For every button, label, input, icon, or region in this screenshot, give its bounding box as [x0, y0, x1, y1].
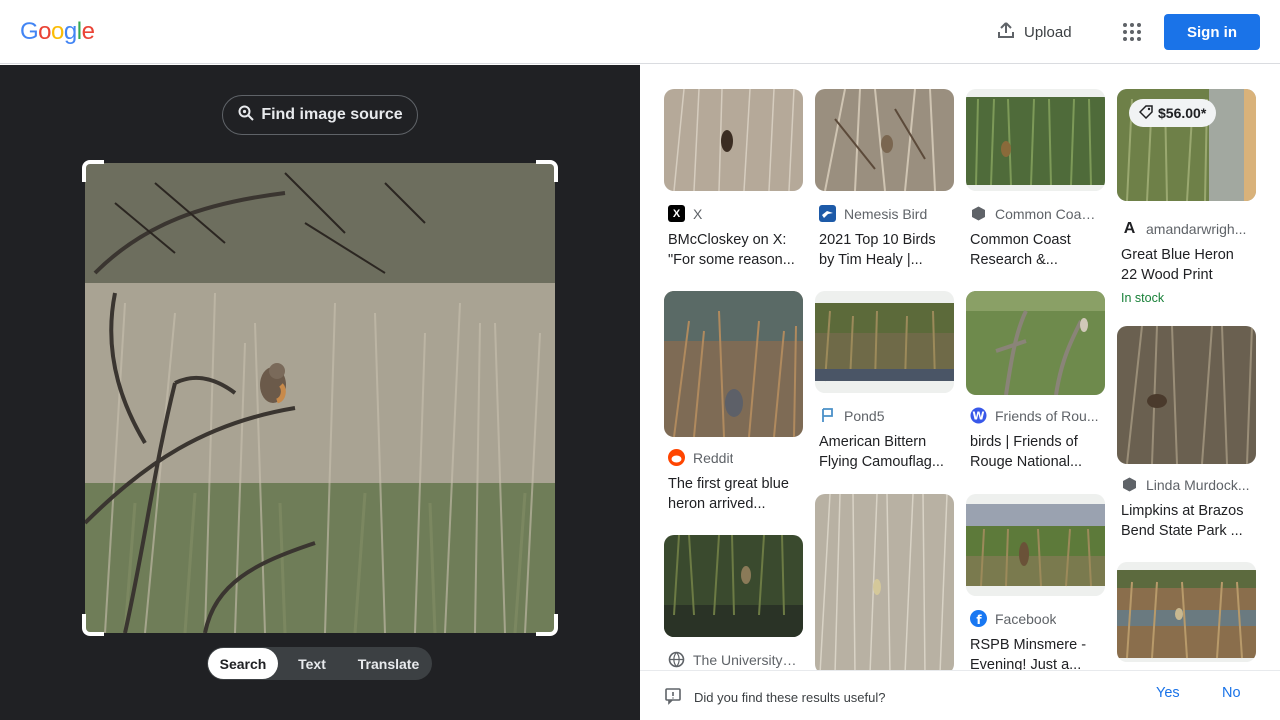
result-title: Limpkins at Brazos Bend State Park ...: [1121, 503, 1244, 539]
feedback-question: Did you find these results useful?: [664, 687, 886, 708]
result-source: Nemesis Bird: [819, 205, 927, 222]
tab-translate[interactable]: Translate: [346, 648, 431, 679]
crop-handle-bottom-right[interactable]: [536, 614, 558, 636]
result-thumbnail[interactable]: [966, 89, 1105, 191]
selected-image[interactable]: [85, 163, 555, 633]
feedback-icon: [664, 687, 682, 708]
tab-search[interactable]: Search: [208, 648, 278, 679]
cube-icon: [1121, 476, 1138, 493]
upload-button[interactable]: Upload: [988, 14, 1080, 50]
feedback-yes-button[interactable]: Yes: [1156, 685, 1180, 701]
result-card[interactable]: [1117, 562, 1256, 662]
sign-in-button[interactable]: Sign in: [1164, 14, 1260, 50]
result-source: f Facebook: [970, 610, 1056, 627]
result-title: The first great blue heron arrived...: [668, 476, 789, 512]
upload-icon: [996, 20, 1016, 44]
lens-preview-panel: Find image source Search Text Translate: [0, 65, 640, 720]
result-card[interactable]: Common Coas... Common Coast Research &..…: [966, 89, 1105, 279]
feedback-no-button[interactable]: No: [1222, 685, 1241, 701]
result-source: Linda Murdock...: [1121, 476, 1250, 493]
result-source: X X: [668, 205, 702, 222]
svg-text:f: f: [976, 613, 982, 627]
result-title: RSPB Minsmere - Evening! Just a...: [970, 637, 1087, 670]
stock-status: In stock: [1121, 291, 1165, 305]
result-source: W Friends of Rou...: [970, 407, 1099, 424]
result-thumbnail[interactable]: [815, 291, 954, 393]
result-source: Pond5: [819, 407, 884, 424]
visual-matches-panel: X X BMcCloskey on X: "For some reason...…: [640, 65, 1280, 670]
result-card[interactable]: W Friends of Rou... birds | Friends of R…: [966, 291, 1105, 481]
result-card[interactable]: [815, 494, 954, 670]
crop-handle-bottom-left[interactable]: [82, 614, 104, 636]
top-bar: Google Upload Sign in: [0, 0, 1280, 64]
cube-icon: [970, 205, 987, 222]
mode-selector: Search Text Translate: [207, 647, 432, 680]
result-card[interactable]: The University ...: [664, 535, 803, 670]
result-card[interactable]: X X BMcCloskey on X: "For some reason...: [664, 89, 803, 279]
result-source: A amandarwrigh...: [1121, 219, 1247, 237]
x-logo-icon: X: [668, 205, 685, 222]
tab-text[interactable]: Text: [278, 648, 346, 679]
crop-handle-top-right[interactable]: [536, 160, 558, 182]
find-image-source-label: Find image source: [261, 106, 403, 123]
result-title: BMcCloskey on X: "For some reason...: [668, 232, 795, 268]
result-title: birds | Friends of Rouge National...: [970, 434, 1083, 470]
reddit-logo-icon: [668, 449, 685, 466]
result-source: Common Coas...: [970, 205, 1100, 222]
result-card[interactable]: Linda Murdock... Limpkins at Brazos Bend…: [1117, 326, 1256, 539]
crop-handle-top-left[interactable]: [82, 160, 104, 182]
result-title: Common Coast Research &...: [970, 232, 1071, 268]
svg-text:W: W: [972, 410, 984, 423]
globe-icon: [668, 651, 685, 668]
result-thumbnail[interactable]: [664, 535, 803, 637]
google-logo[interactable]: Google: [20, 18, 95, 46]
feedback-bar: Did you find these results useful? Yes N…: [640, 670, 1280, 720]
result-thumbnail[interactable]: [966, 291, 1105, 395]
wordpress-logo-icon: W: [970, 407, 987, 424]
result-card[interactable]: Nemesis Bird 2021 Top 10 Birds by Tim He…: [815, 89, 954, 279]
upload-label: Upload: [1024, 23, 1072, 41]
result-card[interactable]: $56.00* A amandarwrigh... Great Blue Her…: [1117, 89, 1256, 309]
result-thumbnail[interactable]: [664, 89, 803, 191]
result-thumbnail[interactable]: [1117, 326, 1256, 464]
lens-search-icon: [237, 104, 255, 127]
result-thumbnail[interactable]: [1117, 562, 1256, 662]
find-image-source-button[interactable]: Find image source: [222, 95, 418, 135]
result-card[interactable]: Reddit The first great blue heron arrive…: [664, 291, 803, 521]
result-source: The University ...: [668, 651, 798, 668]
result-thumbnail[interactable]: [664, 291, 803, 437]
apps-grid-icon[interactable]: [1116, 16, 1148, 48]
result-thumbnail[interactable]: [815, 494, 954, 670]
price-badge: $56.00*: [1129, 99, 1217, 127]
result-thumbnail[interactable]: [966, 494, 1105, 596]
result-source: Reddit: [668, 449, 733, 466]
result-title: American Bittern Flying Camouflag...: [819, 434, 944, 470]
result-thumbnail[interactable]: $56.00*: [1117, 89, 1256, 201]
price-tag-icon: [1138, 104, 1153, 122]
facebook-logo-icon: f: [970, 610, 987, 627]
amanda-logo-icon: A: [1123, 219, 1136, 237]
pond5-logo-icon: [819, 407, 836, 424]
result-card[interactable]: Pond5 American Bittern Flying Camouflag.…: [815, 291, 954, 481]
result-thumbnail[interactable]: [815, 89, 954, 191]
result-card[interactable]: f Facebook RSPB Minsmere - Evening! Just…: [966, 494, 1105, 670]
result-title: Great Blue Heron 22 Wood Print: [1121, 247, 1234, 283]
nemesis-bird-logo-icon: [819, 205, 836, 222]
result-title: 2021 Top 10 Birds by Tim Healy |...: [819, 232, 936, 268]
